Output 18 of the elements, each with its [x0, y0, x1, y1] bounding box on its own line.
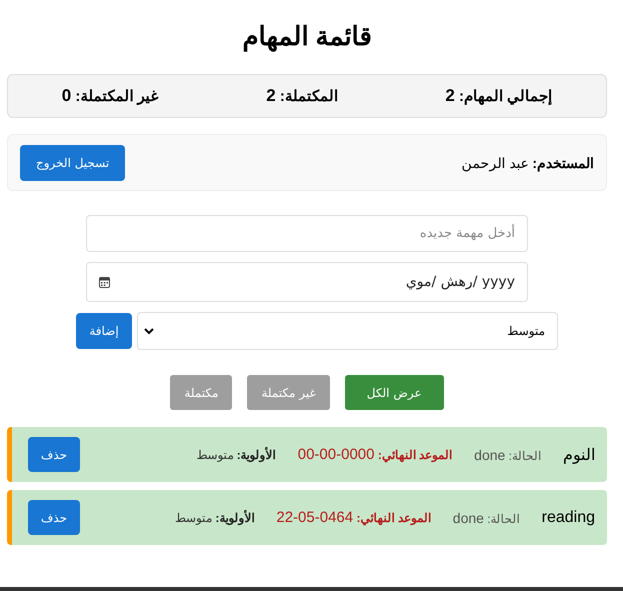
add-button[interactable]: إضافة: [76, 313, 132, 349]
task-title: reading: [542, 508, 595, 526]
filter-tab[interactable]: عرض الكل: [344, 375, 444, 410]
chevron-down-icon[interactable]: [144, 328, 154, 334]
date-field[interactable]: yyyy /رهش /موي: [86, 262, 528, 302]
page-title: قائمة المهام: [242, 20, 372, 52]
task-title: النوم: [563, 446, 595, 464]
filter-tab[interactable]: مكتملة: [170, 375, 232, 410]
priority-text: الأولوية: متوسط: [196, 448, 276, 462]
task-input-field[interactable]: أدخل مهمة جديده: [86, 215, 528, 252]
delete-button[interactable]: حذف: [28, 500, 80, 535]
logout-button[interactable]: تسجيل الخروج: [20, 144, 126, 180]
filter-tab[interactable]: غير مكتملة: [247, 375, 330, 410]
priority-text: الأولوية: متوسط: [175, 510, 254, 524]
priority-select[interactable]: متوسط: [137, 312, 558, 350]
delete-button[interactable]: حذف: [28, 437, 80, 472]
calendar-icon[interactable]: [99, 276, 110, 288]
user-label: المستخدم: عبد الرحمن: [462, 154, 594, 170]
